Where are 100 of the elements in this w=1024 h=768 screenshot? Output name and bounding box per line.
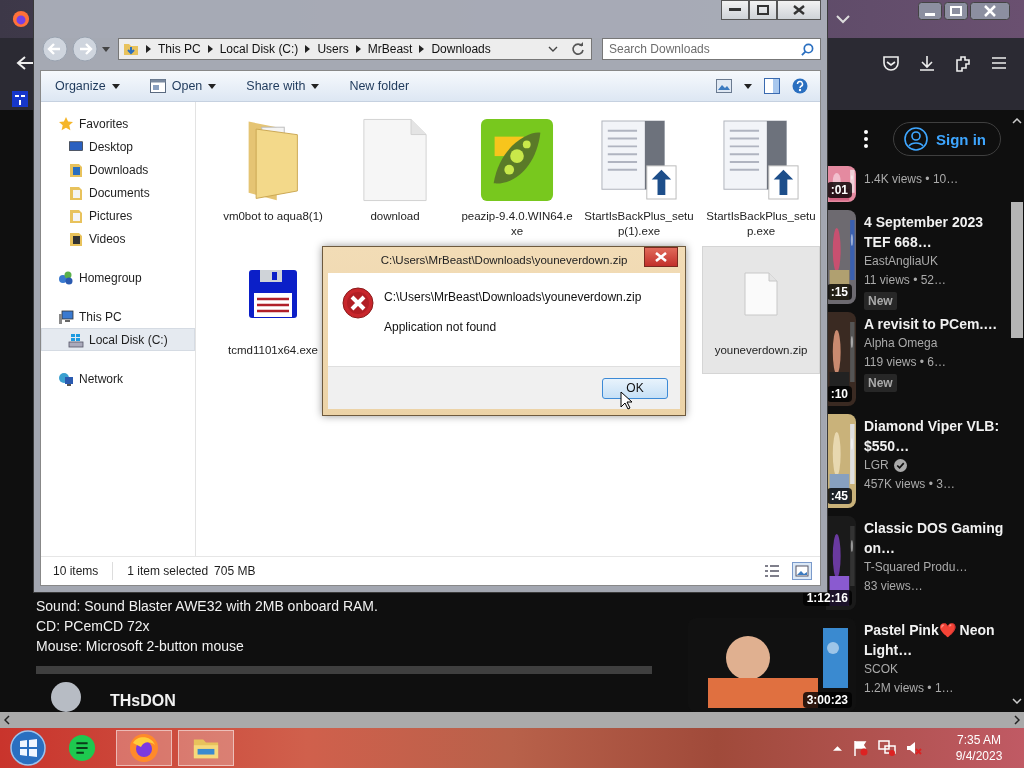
channel-name[interactable]: Alpha Omega — [864, 334, 938, 353]
nav-item[interactable]: Homegroup — [41, 266, 195, 289]
new-badge: New — [864, 292, 897, 310]
nav-item[interactable]: Favorites — [41, 112, 195, 135]
breadcrumb-arrow-icon[interactable] — [207, 45, 213, 53]
clock-date: 9/4/2023 — [955, 748, 1003, 764]
file-item[interactable]: vm0bot to aqua8(1) — [214, 112, 332, 240]
close-button[interactable] — [644, 247, 678, 267]
pea-pod-icon — [480, 117, 554, 203]
network-icon[interactable] — [878, 740, 896, 756]
scroll-up-icon[interactable] — [1012, 118, 1022, 124]
channel-name[interactable]: LGR — [864, 456, 889, 475]
error-icon — [342, 287, 374, 319]
window-icon — [149, 79, 166, 93]
more-icon[interactable] — [864, 130, 868, 148]
file-item[interactable]: peazip-9.4.0.WIN64.exe — [458, 112, 576, 240]
file-item[interactable]: download — [336, 112, 454, 240]
flag-icon[interactable] — [852, 740, 868, 756]
recent-caret-icon[interactable] — [102, 46, 110, 52]
description-line: CD: PCemCD 72x — [36, 617, 151, 636]
library-folder-icon — [68, 207, 84, 224]
selection-size: 705 MB — [214, 564, 256, 578]
breadcrumb[interactable]: MrBeast — [367, 42, 413, 56]
close-button[interactable] — [777, 0, 821, 20]
sheets-icon — [68, 734, 96, 762]
search-icon[interactable] — [801, 43, 814, 56]
pocket-icon[interactable] — [882, 54, 900, 72]
breadcrumb[interactable]: Downloads — [431, 42, 491, 56]
nav-item[interactable]: This PC — [41, 305, 195, 328]
chevron-down-icon[interactable] — [836, 14, 850, 24]
download-icon[interactable] — [918, 54, 936, 72]
breadcrumb[interactable]: This PC — [158, 42, 201, 56]
minimize-button[interactable] — [721, 0, 749, 20]
address-dropdown-icon[interactable] — [548, 46, 558, 52]
nav-item[interactable]: Videos — [41, 227, 195, 250]
duration-badge: :10 — [826, 386, 852, 402]
file-path: C:\Users\MrBeast\Downloads\youneverdown.zip — [384, 290, 642, 304]
firefox-icon[interactable] — [12, 10, 30, 28]
taskbar-app[interactable] — [178, 730, 234, 766]
commenter-name[interactable]: THsDON — [110, 692, 176, 712]
toolbar-menu-button[interactable]: Share with — [240, 75, 326, 97]
toolbar-button[interactable]: New folder — [343, 75, 416, 97]
nav-item[interactable]: Downloads — [41, 158, 195, 181]
nav-item[interactable]: Desktop — [41, 135, 195, 158]
bookmark-icon[interactable] — [12, 91, 28, 107]
file-item[interactable]: StartIsBackPlus_setup(1).exe — [580, 112, 698, 240]
back-button-icon[interactable] — [42, 36, 68, 62]
duration-badge: :01 — [826, 182, 852, 198]
file-name: youneverdown.zip — [713, 343, 809, 358]
forward-button-icon[interactable] — [72, 36, 98, 62]
start-button-icon[interactable] — [10, 730, 46, 766]
breadcrumb-arrow-icon[interactable] — [305, 45, 311, 53]
toolbar-menu-button[interactable]: Organize — [49, 75, 126, 97]
channel-name[interactable]: T-Squared Produ… — [864, 558, 968, 577]
toolbar-menu-button[interactable]: Open — [143, 75, 223, 97]
channel-name[interactable]: SCOK — [864, 660, 898, 679]
scrollbar-thumb[interactable] — [1011, 202, 1023, 338]
nav-item[interactable]: Network — [41, 367, 195, 390]
restore-icon[interactable] — [944, 2, 968, 20]
speaker-muted-icon[interactable] — [906, 740, 922, 756]
minimize-icon[interactable] — [918, 2, 942, 20]
breadcrumb[interactable]: Local Disk (C:) — [219, 42, 299, 56]
search-field[interactable]: Search Downloads — [602, 38, 821, 60]
video-title[interactable]: 4 September 2023 TEF 668… — [864, 212, 1010, 252]
video-title[interactable]: A revisit to PCem.… — [864, 314, 1010, 334]
breadcrumb-arrow-icon[interactable] — [419, 45, 425, 53]
taskbar-app[interactable] — [116, 730, 172, 766]
large-icons-view-icon[interactable] — [792, 562, 812, 580]
dialog-title: C:\Users\MrBeast\Downloads\youneverdown.zip — [380, 254, 628, 266]
breadcrumb-arrow-icon[interactable] — [146, 45, 151, 53]
nav-item[interactable]: Pictures — [41, 204, 195, 227]
horizontal-scrollbar[interactable] — [0, 712, 1024, 728]
details-view-icon[interactable] — [764, 564, 780, 578]
preview-pane-icon[interactable] — [764, 78, 780, 94]
back-arrow-icon[interactable] — [16, 55, 34, 71]
video-title[interactable]: Classic DOS Gaming on… — [864, 518, 1010, 558]
ok-button[interactable]: OK — [602, 377, 668, 399]
breadcrumb[interactable]: Users — [317, 42, 349, 56]
help-icon[interactable] — [792, 78, 808, 94]
file-item[interactable]: youneverdown.zip — [702, 246, 820, 374]
puzzle-icon[interactable] — [954, 54, 972, 72]
menu-icon[interactable] — [990, 54, 1008, 72]
close-icon — [793, 5, 805, 15]
scroll-down-icon[interactable] — [1012, 698, 1022, 704]
close-icon[interactable] — [970, 2, 1010, 20]
breadcrumb-arrow-icon[interactable] — [355, 45, 361, 53]
video-title[interactable]: Pastel Pink❤ Neon Light… — [864, 620, 1010, 660]
scroll-left-icon[interactable] — [4, 715, 10, 725]
nav-item[interactable]: Local Disk (C:) — [41, 328, 195, 351]
scroll-right-icon[interactable] — [1014, 715, 1020, 725]
tray-caret-icon[interactable] — [833, 745, 842, 751]
view-options-icon[interactable] — [716, 79, 732, 93]
video-title[interactable]: Diamond Viper VLB: $550… — [864, 416, 1010, 456]
address-bar[interactable]: This PC Local Disk (C:) Users MrBeast Downloads — [118, 38, 592, 60]
refresh-icon[interactable] — [571, 42, 585, 56]
file-item[interactable]: StartIsBackPlus_setup.exe — [702, 112, 820, 240]
channel-name[interactable]: EastAngliaUK — [864, 252, 939, 271]
clock[interactable]: 7:35 AM 9/4/2023 — [944, 732, 1014, 764]
nav-item[interactable]: Documents — [41, 181, 195, 204]
maximize-button[interactable] — [749, 0, 777, 20]
